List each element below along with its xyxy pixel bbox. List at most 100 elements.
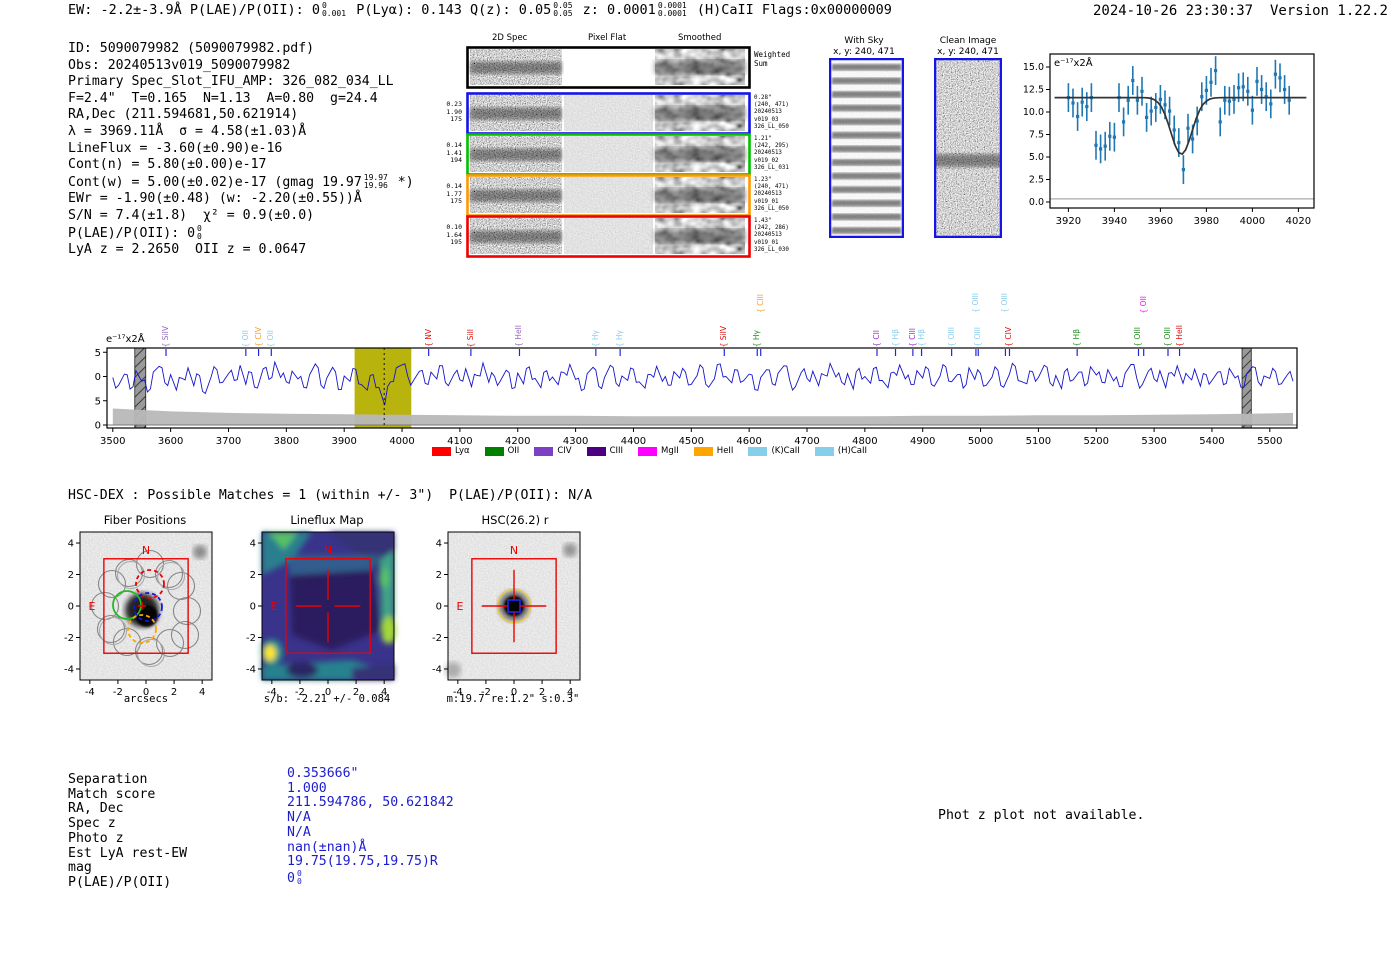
info-line: Cont(w) = 5.00(±0.02)e-17 (gmag 19.97 19.… (68, 172, 414, 190)
svg-text:0: 0 (436, 602, 442, 613)
cleanimage-title: Clean Image x, y: 240, 471 (937, 36, 999, 57)
stacked-value: 0.0001 0.0001 (657, 1, 687, 18)
match-row-value: nan(±nan)Å (287, 839, 367, 855)
spec2d-row (466, 133, 751, 176)
spec2d-row-left-labels: 0.14 1.77 175 (446, 182, 462, 205)
fiber-positions-cutout: -4-4-2-2002244 NE (64, 531, 213, 698)
svg-text:3500: 3500 (100, 436, 125, 447)
svg-text:5400: 5400 (1199, 436, 1224, 447)
match-row-label: Photo z (68, 830, 124, 846)
spec2d-row (466, 92, 751, 135)
svg-text:0: 0 (250, 602, 256, 613)
cleanimage-image (934, 58, 1002, 238)
svg-text:E: E (89, 600, 96, 613)
info-line: LyA z = 2.2650 OII z = 0.0647 (68, 242, 307, 258)
spec2d-row-right-labels: 1.23" (240, 471) 20240513 v019_01 326_LL_050 (754, 177, 789, 212)
info-line: LineFlux = -3.60(±0.90)e-16 (68, 140, 283, 156)
hsc-image-cutout: -4-4-2-2002244 NE (432, 531, 581, 698)
svg-text:10: 10 (95, 372, 101, 383)
svg-text:3980: 3980 (1194, 216, 1219, 227)
legend-swatch (432, 446, 451, 456)
header-timestamp: 2024-10-26 23:30:37 Version 1.22.2 (1093, 3, 1388, 19)
spec2d-row-right-labels: 0.28" (240, 471) 20240513 v019_03 326_LL_050 (754, 95, 789, 130)
match-table-values: 0.353666" 1.000 211.594786, 50.621842 N/A N/… (287, 766, 454, 887)
spec2d-row-right-labels: 1.43" (242, 286) 20240513 v019_01 326_LL_030 (754, 218, 789, 253)
svg-text:N: N (324, 544, 332, 557)
cutout-caption-lineflux: s/b: -2.21 +/- 0.084 (263, 693, 391, 705)
match-row-label: Separation (68, 772, 148, 787)
svg-text:0: 0 (95, 421, 101, 432)
svg-text:-2: -2 (246, 633, 256, 644)
legend-item-MgII: MgII (638, 446, 679, 456)
legend-swatch (534, 446, 554, 456)
svg-text:-2: -2 (432, 633, 442, 644)
match-row-value: 0.353666" (287, 766, 359, 781)
svg-text:4020: 4020 (1286, 216, 1311, 227)
stacked-value: 00 (296, 868, 302, 886)
legend-item-(K)CaII: (K)CaII (748, 446, 800, 456)
spec2d-row-right-labels: Weighted Sum (754, 50, 791, 68)
match-row-label: RA, Dec (68, 801, 124, 817)
legend-swatch (484, 446, 504, 456)
svg-text:3920: 3920 (1056, 216, 1081, 227)
detection-info-block: ID: 5090079982 (5090079982.pdf) Obs: 2024… (68, 41, 414, 259)
info-line: Obs: 20240513v019_5090079982 (68, 57, 291, 73)
svg-text:E: E (457, 600, 464, 613)
svg-text:E: E (271, 600, 278, 613)
info-line: λ = 3969.11Å σ = 4.58(±1.03)Å (68, 123, 307, 139)
spec2d-row (466, 46, 751, 89)
svg-text:4: 4 (250, 539, 256, 550)
hscdex-heading: HSC-DEX : Possible Matches = 1 (within +… (68, 488, 593, 503)
svg-text:e⁻¹⁷x2Å: e⁻¹⁷x2Å (1054, 56, 1093, 69)
spec2d-row (466, 215, 751, 258)
cutout-caption-fiber: arcsecs (123, 693, 169, 705)
svg-text:5200: 5200 (1084, 436, 1109, 447)
cutout-caption-hsc: m:19.7 re:1.2" s:0.3" (446, 693, 580, 705)
svg-text:0: 0 (68, 602, 74, 613)
match-row-value: 1.000 (287, 780, 327, 796)
svg-text:N: N (142, 544, 150, 557)
legend-item-Lyα: Lyα (432, 446, 470, 456)
col-header-2dspec: 2D Spec (492, 33, 528, 43)
spec2d-row-left-labels: 0.14 1.41 194 (446, 141, 462, 164)
legend-swatch (586, 446, 606, 456)
info-line: RA,Dec (211.594681,50.621914) (68, 107, 299, 123)
info-line: P(LAE)/P(OII): 000 (68, 223, 202, 241)
lineflux-map-cutout: -4-4-2-2002244 NE (246, 531, 396, 698)
match-row-label: Spec z (68, 816, 116, 832)
spec2d-row-right-labels: 1.21" (242, 295) 20240513 v019_02 326_LL_031 (754, 136, 789, 171)
legend-item-OII: OII (484, 446, 519, 456)
match-row-value: 19.75(19.75,19.75)R (287, 854, 438, 870)
svg-text:3900: 3900 (331, 436, 356, 447)
full-spectrum-plot: 3500 3600 3700 3800 3900 4000 4100 4200 4300 4400… (95, 347, 1298, 447)
legend-swatch (638, 446, 658, 456)
svg-text:10.0: 10.0 (1023, 107, 1044, 118)
svg-text:4000: 4000 (1240, 216, 1265, 227)
svg-text:3800: 3800 (274, 436, 299, 447)
spec2d-row-left-labels: 0.23 1.90 175 (446, 100, 462, 123)
spec2d-row-left-labels: 0.10 1.64 195 (446, 223, 462, 246)
match-row-value: N/A (287, 810, 311, 826)
svg-text:4900: 4900 (910, 436, 935, 447)
match-row-value: 211.594786, 50.621842 (287, 795, 454, 811)
legend-swatch (814, 446, 834, 456)
svg-text:0.0: 0.0 (1029, 197, 1044, 208)
withsky-image (829, 58, 904, 238)
match-row-label: mag (68, 860, 92, 876)
svg-text:-4: -4 (432, 664, 442, 675)
legend-swatch (748, 446, 768, 456)
svg-text:15: 15 (95, 348, 101, 359)
svg-text:5: 5 (95, 396, 101, 407)
svg-text:4: 4 (436, 539, 442, 550)
svg-text:3940: 3940 (1102, 216, 1127, 227)
withsky-title: With Sky x, y: 240, 471 (833, 36, 895, 57)
legend-item-CIII: CIII (586, 446, 623, 456)
info-line: EWr = -1.90(±0.48) (w: -2.20(±0.55))Å (68, 191, 362, 207)
legend-swatch (693, 446, 713, 456)
svg-text:12.5: 12.5 (1023, 85, 1044, 96)
svg-text:-4: -4 (246, 664, 256, 675)
svg-text:4000: 4000 (389, 436, 414, 447)
svg-text:2: 2 (68, 570, 74, 581)
info-line: S/N = 7.4(±1.8) χ² = 0.9(±0.0) (68, 207, 315, 223)
svg-text:7.5: 7.5 (1029, 130, 1044, 141)
